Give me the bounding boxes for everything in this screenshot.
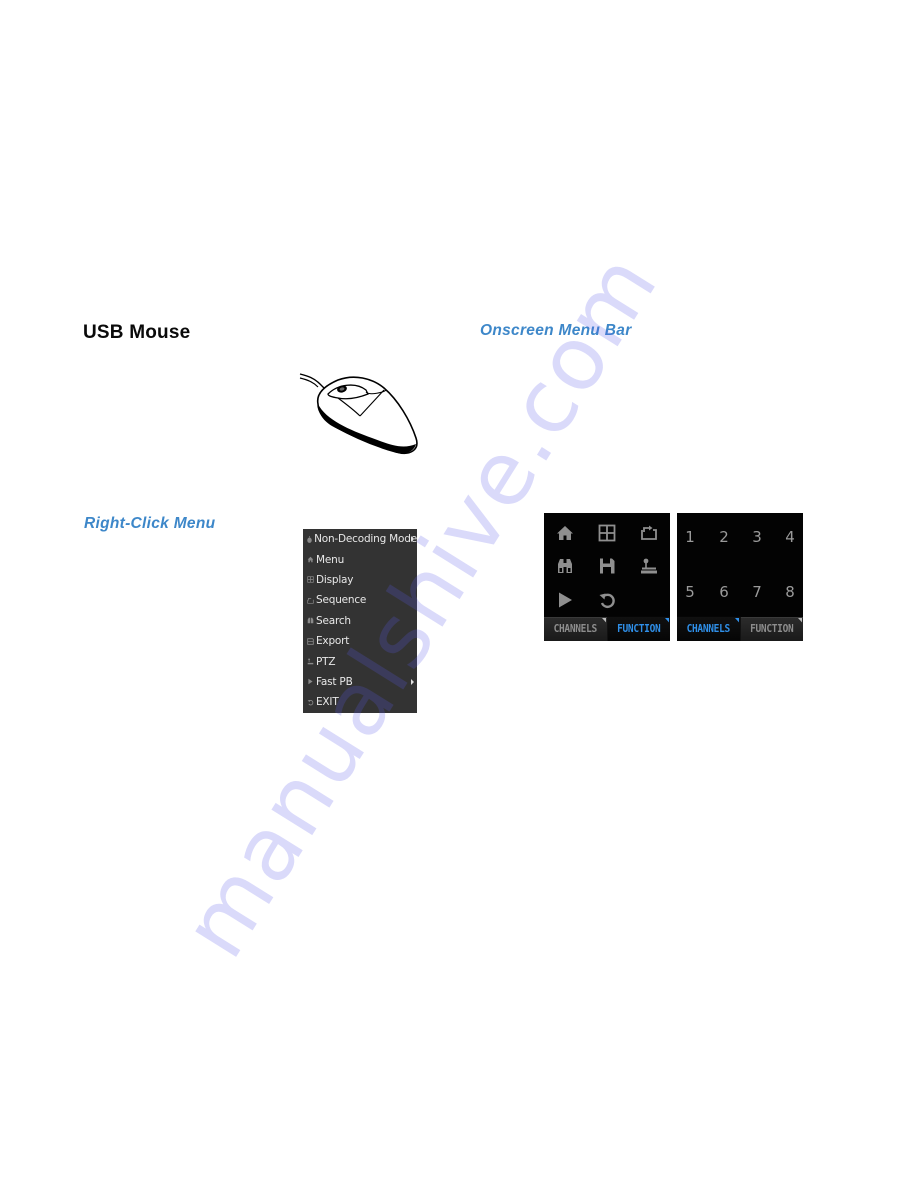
binoculars-icon[interactable]	[556, 557, 574, 575]
context-menu-item-non-decoding-mode[interactable]: Non-Decoding Mode	[303, 529, 417, 549]
onscreen-menu-function-panel: CHANNELS FUNCTION	[544, 513, 670, 641]
usb-mouse-illustration	[299, 373, 418, 454]
context-menu-item-label: Sequence	[316, 594, 367, 607]
context-menu-item-label: EXIT	[316, 696, 339, 709]
channel-button-2[interactable]: 2	[717, 528, 731, 546]
channel-button-1[interactable]: 1	[683, 528, 697, 546]
sequence-icon	[305, 595, 315, 605]
submenu-arrow-icon	[411, 678, 414, 685]
tab-label: FUNCTION	[750, 623, 794, 636]
home-icon[interactable]	[556, 524, 574, 542]
context-menu-item-label: PTZ	[316, 655, 336, 668]
context-menu-item-label: Display	[316, 573, 354, 586]
grid-icon	[305, 575, 315, 585]
grid-icon[interactable]	[598, 524, 616, 542]
context-menu-item-menu[interactable]: Menu	[303, 549, 417, 569]
binoculars-icon	[305, 616, 315, 626]
tab-corner-indicator	[601, 617, 606, 623]
mouse-icon	[305, 534, 313, 544]
channel-button-6[interactable]: 6	[717, 583, 731, 601]
onscreen-menu-channels-panel: 1 2 3 4 5 6 7 8 CHANNELS FUNCTION	[677, 513, 803, 641]
context-menu-item-sequence[interactable]: Sequence	[303, 590, 417, 610]
tab-function[interactable]: FUNCTION	[606, 616, 670, 641]
tab-label: CHANNELS	[686, 623, 731, 636]
channel-button-5[interactable]: 5	[683, 583, 697, 601]
tab-corner-indicator	[798, 617, 802, 623]
submenu-arrow-icon	[411, 536, 414, 543]
play-icon[interactable]	[556, 591, 574, 609]
tab-corner-indicator	[665, 617, 669, 623]
tab-channels[interactable]: CHANNELS	[677, 616, 740, 641]
tab-corner-indicator	[734, 617, 739, 623]
tab-label: FUNCTION	[617, 623, 661, 636]
right-click-context-menu: Non-Decoding Mode Menu Display Sequence Sear…	[303, 529, 417, 713]
panel-tab-bar: CHANNELS FUNCTION	[544, 616, 670, 641]
context-menu-item-export[interactable]: Export	[303, 631, 417, 651]
context-menu-item-label: Export	[316, 635, 350, 648]
tab-function[interactable]: FUNCTION	[739, 616, 804, 641]
tab-label: CHANNELS	[553, 623, 598, 636]
context-menu-item-label: Fast PB	[316, 675, 353, 688]
panel-tab-bar: CHANNELS FUNCTION	[677, 616, 804, 641]
right-click-menu-heading: Right-Click Menu	[84, 515, 216, 532]
channel-button-8[interactable]: 8	[783, 583, 797, 601]
context-menu-item-display[interactable]: Display	[303, 570, 417, 590]
channel-button-4[interactable]: 4	[783, 528, 797, 546]
sequence-icon[interactable]	[640, 524, 658, 542]
context-menu-item-label: Menu	[316, 553, 345, 566]
undo-icon	[305, 697, 315, 707]
joystick-icon[interactable]	[640, 557, 658, 575]
tab-channels[interactable]: CHANNELS	[544, 617, 607, 641]
context-menu-item-ptz[interactable]: PTZ	[303, 651, 417, 671]
usb-mouse-heading: USB Mouse	[83, 322, 191, 343]
context-menu-item-search[interactable]: Search	[303, 611, 417, 631]
context-menu-item-label: Search	[316, 614, 351, 627]
save-icon[interactable]	[598, 557, 616, 575]
home-icon	[305, 555, 315, 565]
undo-icon[interactable]	[598, 591, 616, 609]
channel-button-3[interactable]: 3	[750, 528, 764, 546]
context-menu-item-label: Non-Decoding Mode	[314, 533, 417, 546]
context-menu-item-exit[interactable]: EXIT	[303, 692, 417, 712]
joystick-icon	[305, 657, 315, 667]
save-icon	[305, 636, 315, 646]
play-icon	[305, 677, 315, 687]
onscreen-menu-bar-heading: Onscreen Menu Bar	[480, 322, 632, 339]
context-menu-item-fast-pb[interactable]: Fast PB	[303, 672, 417, 692]
channel-button-7[interactable]: 7	[750, 583, 764, 601]
